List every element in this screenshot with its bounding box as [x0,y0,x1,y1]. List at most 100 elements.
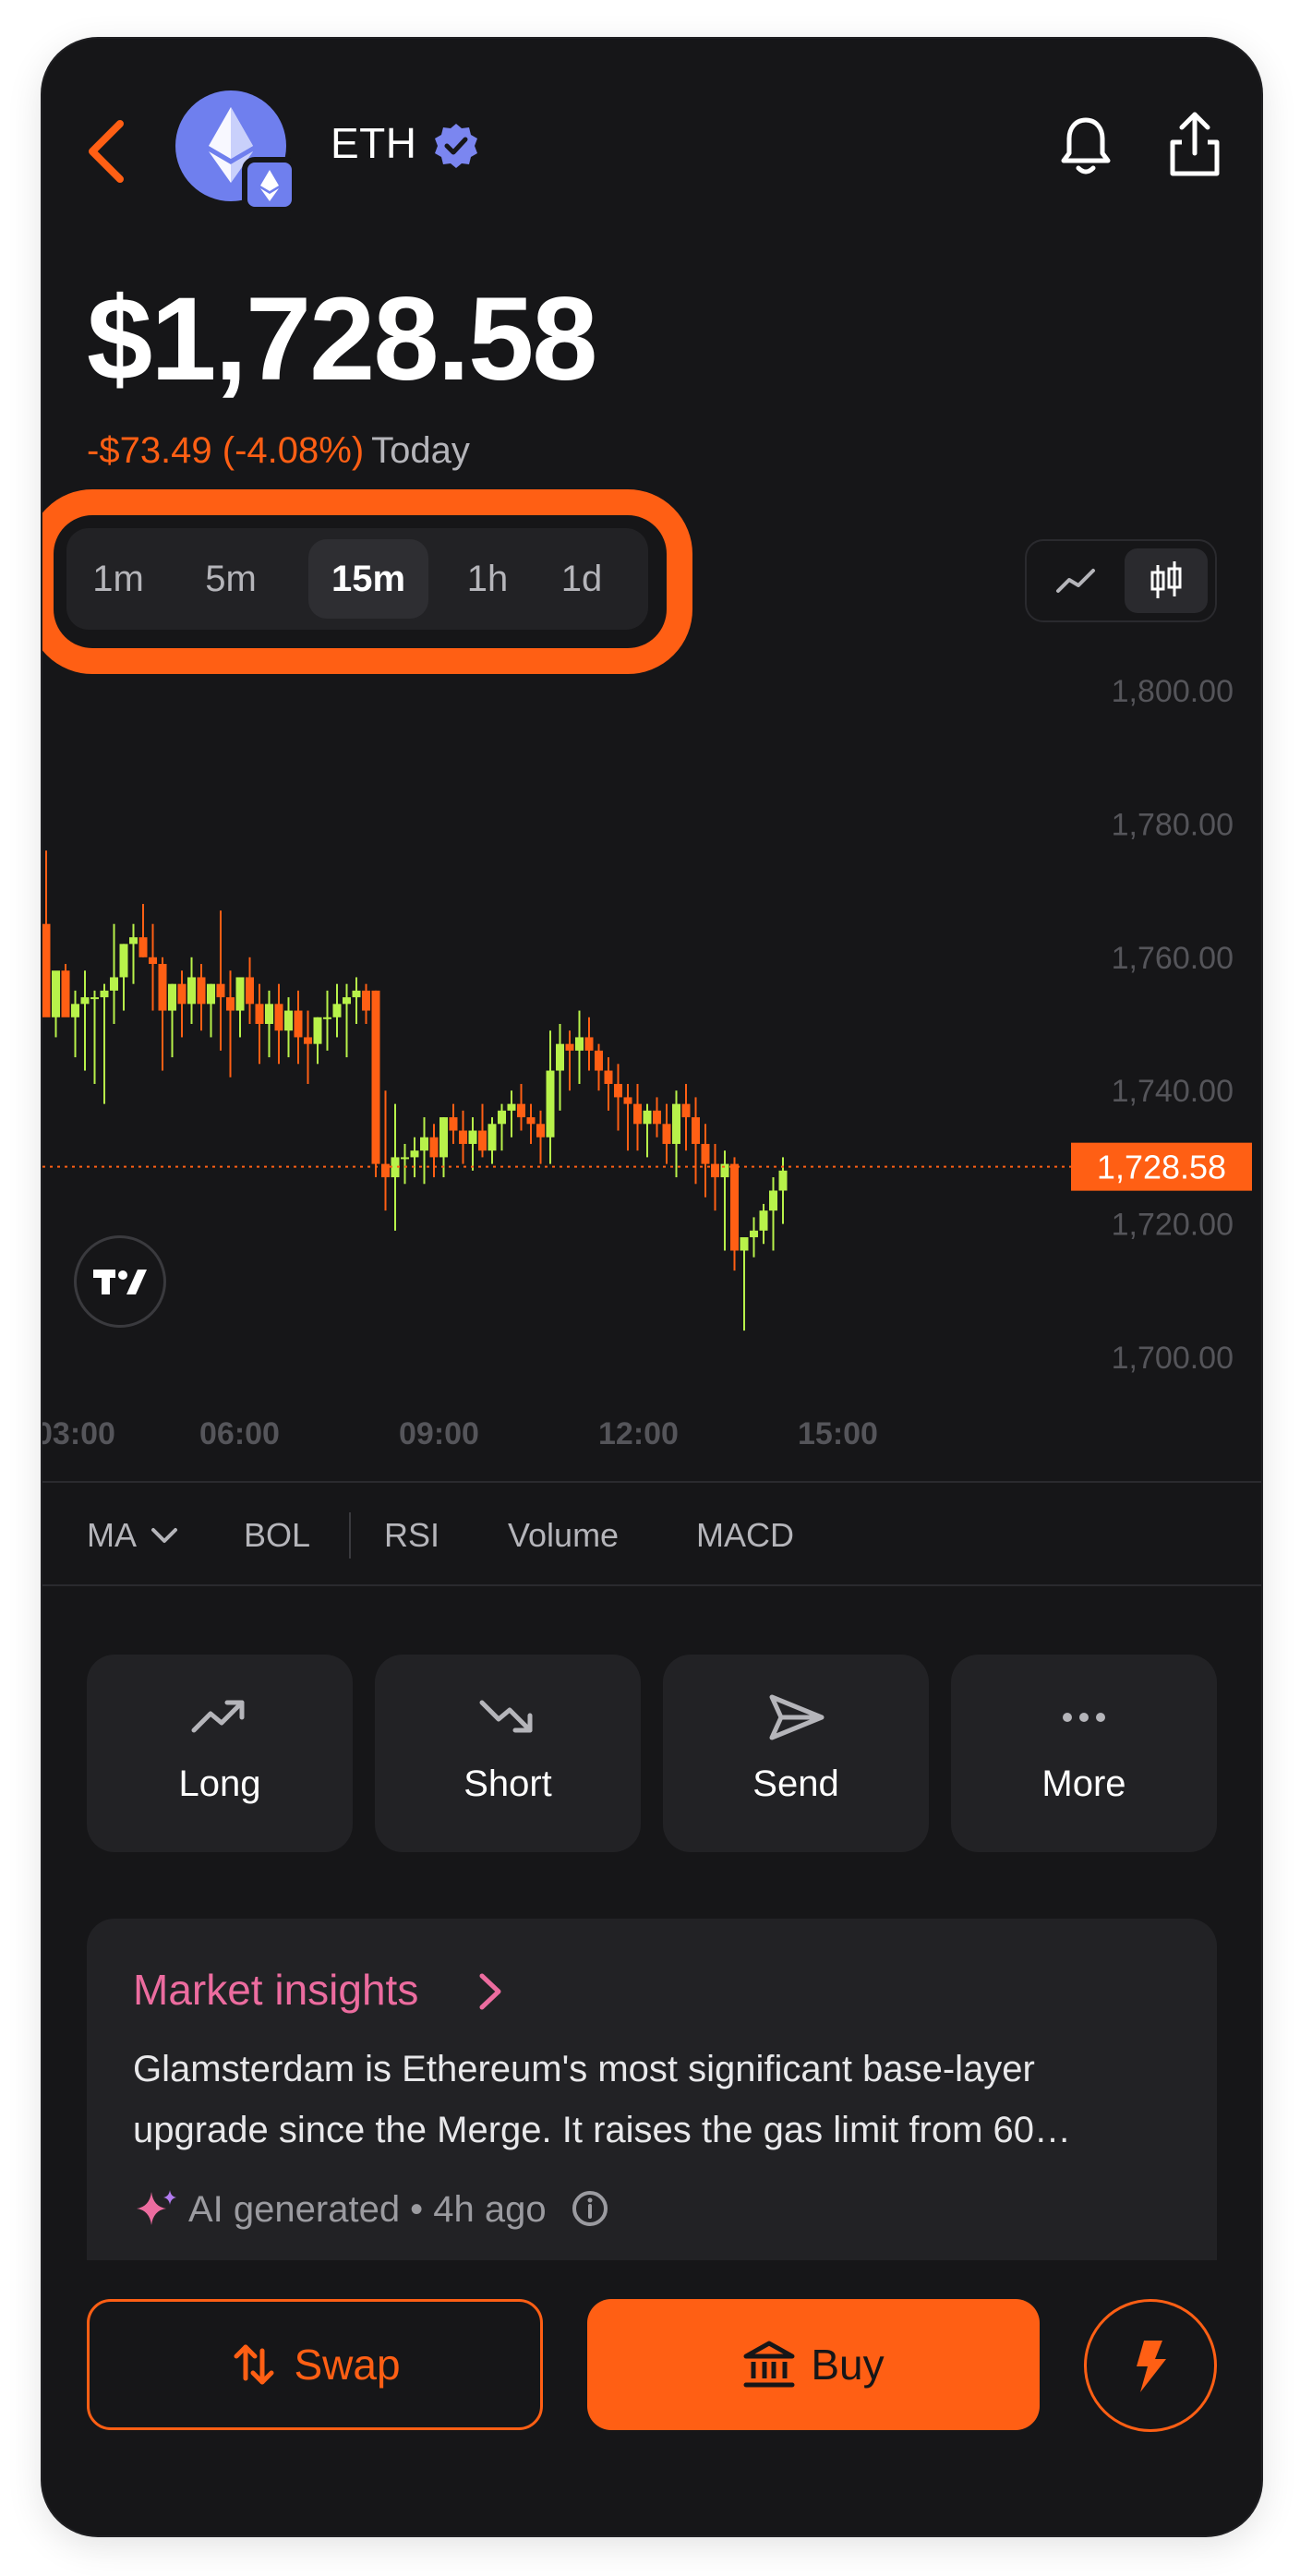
candle-body [255,1004,264,1024]
candle [420,1117,428,1185]
candle-body [246,977,254,1005]
tradingview-icon [93,1270,147,1294]
back-button[interactable] [79,114,135,188]
candlestick-chart-button[interactable] [1125,548,1208,613]
candle-body [653,1110,661,1125]
candle [197,964,206,1031]
divider [42,1584,1261,1586]
x-tick-label: 09:00 [399,1416,479,1451]
candle-body [177,983,187,1005]
short-button[interactable]: Short [375,1655,641,1852]
candle-body [604,1070,613,1084]
bell-icon [1061,117,1111,175]
candle-body [526,1117,536,1125]
candle-body [332,1004,342,1017]
market-insights-card[interactable]: Market insights Glamsterdam is Ethereum'… [87,1919,1217,2260]
candle-body [740,1237,749,1251]
buy-label: Buy [811,2341,885,2389]
candle-body [149,957,157,965]
candle-body [313,1017,322,1044]
candle [149,923,157,1011]
candle-body [778,1170,788,1191]
indicator-macd[interactable]: MACD [696,1516,794,1555]
candle [653,1097,661,1138]
quick-trade-button[interactable] [1084,2299,1217,2432]
candle [565,1030,574,1091]
candle-body [129,937,138,945]
candlestick-icon [1150,561,1182,598]
candle-body [478,1130,487,1151]
send-button[interactable]: Send [663,1655,929,1852]
candle [595,1043,603,1091]
info-icon[interactable] [570,2188,610,2229]
tradingview-logo[interactable] [74,1235,166,1328]
candle [265,990,273,1058]
insights-meta-text: AI generated • 4h ago [188,2189,547,2230]
swap-button[interactable]: Swap [87,2299,543,2430]
line-chart-button[interactable] [1034,548,1117,613]
candle-body [565,1043,574,1051]
line-chart-icon [1056,569,1095,593]
candle [449,1103,458,1144]
candle [643,1103,652,1158]
network-badge [242,157,297,212]
indicator-separator [349,1512,351,1559]
price-chart[interactable]: 1,728.58 1,800.00 1,780.00 1,760.00 1,740.00… [42,676,1261,1479]
candle-body [633,1103,642,1125]
indicator-volume[interactable]: Volume [508,1516,619,1555]
y-tick-label: 1,740.00 [1112,1074,1234,1109]
candle-body [701,1143,710,1164]
candle [323,990,331,1051]
indicator-bol[interactable]: BOL [244,1516,310,1555]
candle [439,1117,448,1178]
candle-body [488,1124,497,1151]
candle-body [584,1037,594,1051]
candle [352,977,361,1024]
candle [750,1217,758,1258]
candle-body [459,1130,467,1144]
candle [343,983,351,1058]
trend-up-icon [191,1700,245,1733]
candle [623,1083,632,1151]
long-button[interactable]: Long [87,1655,353,1852]
buy-button[interactable]: Buy [587,2299,1040,2430]
candle [177,970,187,1038]
candle [100,983,109,1104]
send-label: Send [752,1763,839,1804]
candle-body [158,964,167,1011]
candle-body [429,1137,439,1158]
indicator-ma[interactable]: MA [87,1516,179,1555]
candle [332,983,342,1038]
candle [216,910,225,1051]
timeframe-highlight [42,489,692,674]
candle-body [662,1124,671,1144]
current-price-label: 1,728.58 [1097,1149,1226,1186]
candle [168,983,176,1058]
ethereum-network-icon [260,170,279,201]
verified-icon [430,120,482,172]
short-label: Short [463,1763,552,1804]
candle-body [759,1210,768,1231]
lightning-icon [1137,2341,1166,2392]
candle [381,1090,390,1211]
candle [371,990,380,1178]
chevron-left-icon [89,120,124,183]
candle [575,1010,584,1084]
y-tick-label: 1,700.00 [1112,1341,1234,1376]
candle [536,1110,545,1164]
candle [769,1177,777,1251]
more-button[interactable]: More [951,1655,1217,1852]
indicator-rsi[interactable]: RSI [384,1516,439,1555]
candle [507,1090,516,1138]
app-screen: ETH $1,728.58 -$73.49 (-4.08%) Today 1m 5… [42,39,1261,2535]
share-button[interactable] [1165,109,1224,179]
candle-body [449,1117,458,1131]
candle [187,957,196,1024]
candle-body [595,1050,603,1071]
candle [614,1064,622,1131]
candle-body [362,990,370,1011]
candle [517,1083,525,1131]
share-icon [1170,112,1220,176]
candle-body [681,1103,691,1118]
notification-button[interactable] [1054,113,1117,179]
